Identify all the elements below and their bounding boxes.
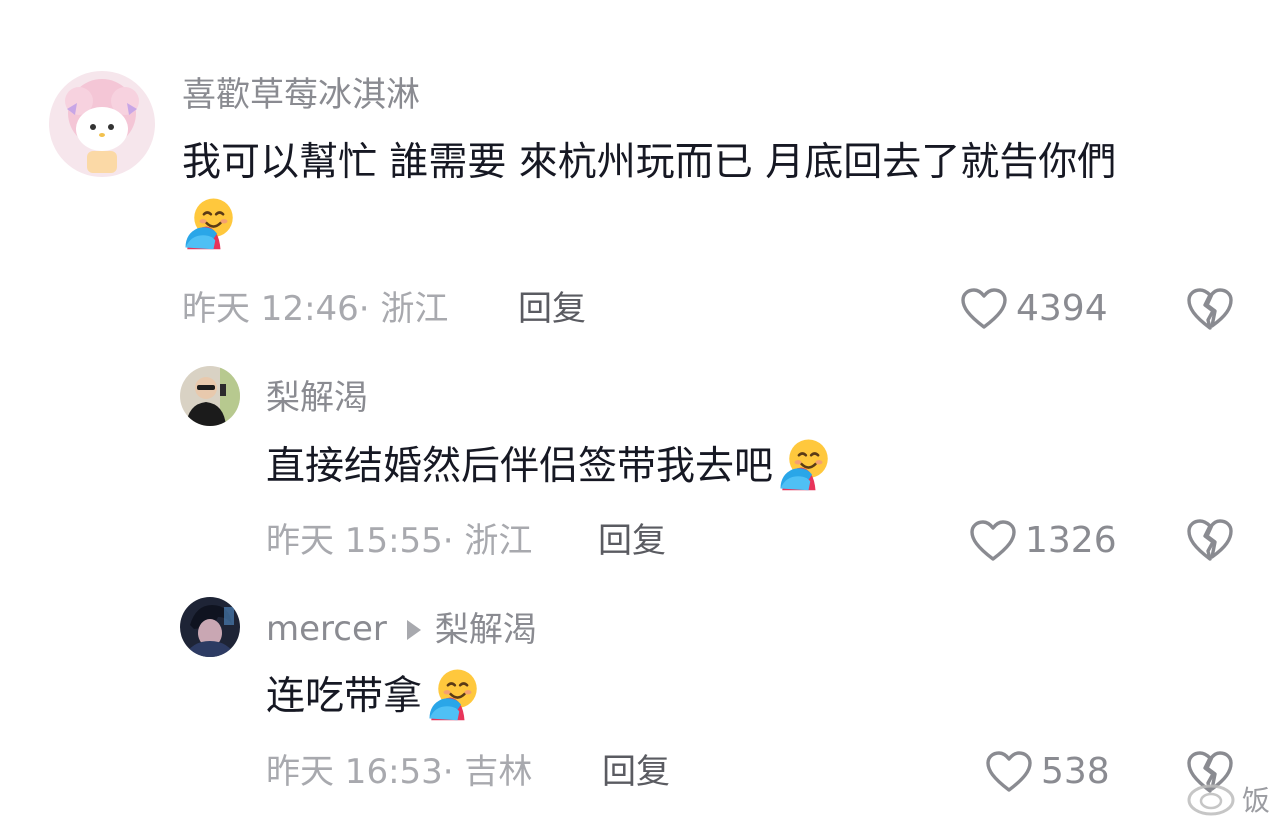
hugging-face-emoji xyxy=(426,666,482,722)
watermark: 饭 xyxy=(1186,779,1270,819)
avatar[interactable] xyxy=(180,597,240,657)
watermark-text: 饭 xyxy=(1241,784,1270,817)
comment-text-body: 连吃带拿 xyxy=(266,674,423,719)
like-count: 538 xyxy=(1041,751,1110,792)
comment-text: 连吃带拿 xyxy=(266,670,1166,723)
weibo-logo-icon xyxy=(1187,784,1235,816)
reply-arrow-icon xyxy=(406,620,421,640)
comment-item: mercer 梨解渴 连吃带拿 昨天 16:53· 吉林 回复 538 xyxy=(0,0,1284,827)
reply-target-username[interactable]: 梨解渴 xyxy=(435,613,537,647)
heart-icon xyxy=(985,750,1033,794)
like-button[interactable]: 538 xyxy=(985,750,1110,794)
username-line: mercer 梨解渴 xyxy=(266,612,537,647)
username[interactable]: mercer xyxy=(266,609,387,649)
comment-meta: 昨天 16:53· 吉林 xyxy=(266,752,533,792)
reply-button[interactable]: 回复 xyxy=(602,755,670,789)
